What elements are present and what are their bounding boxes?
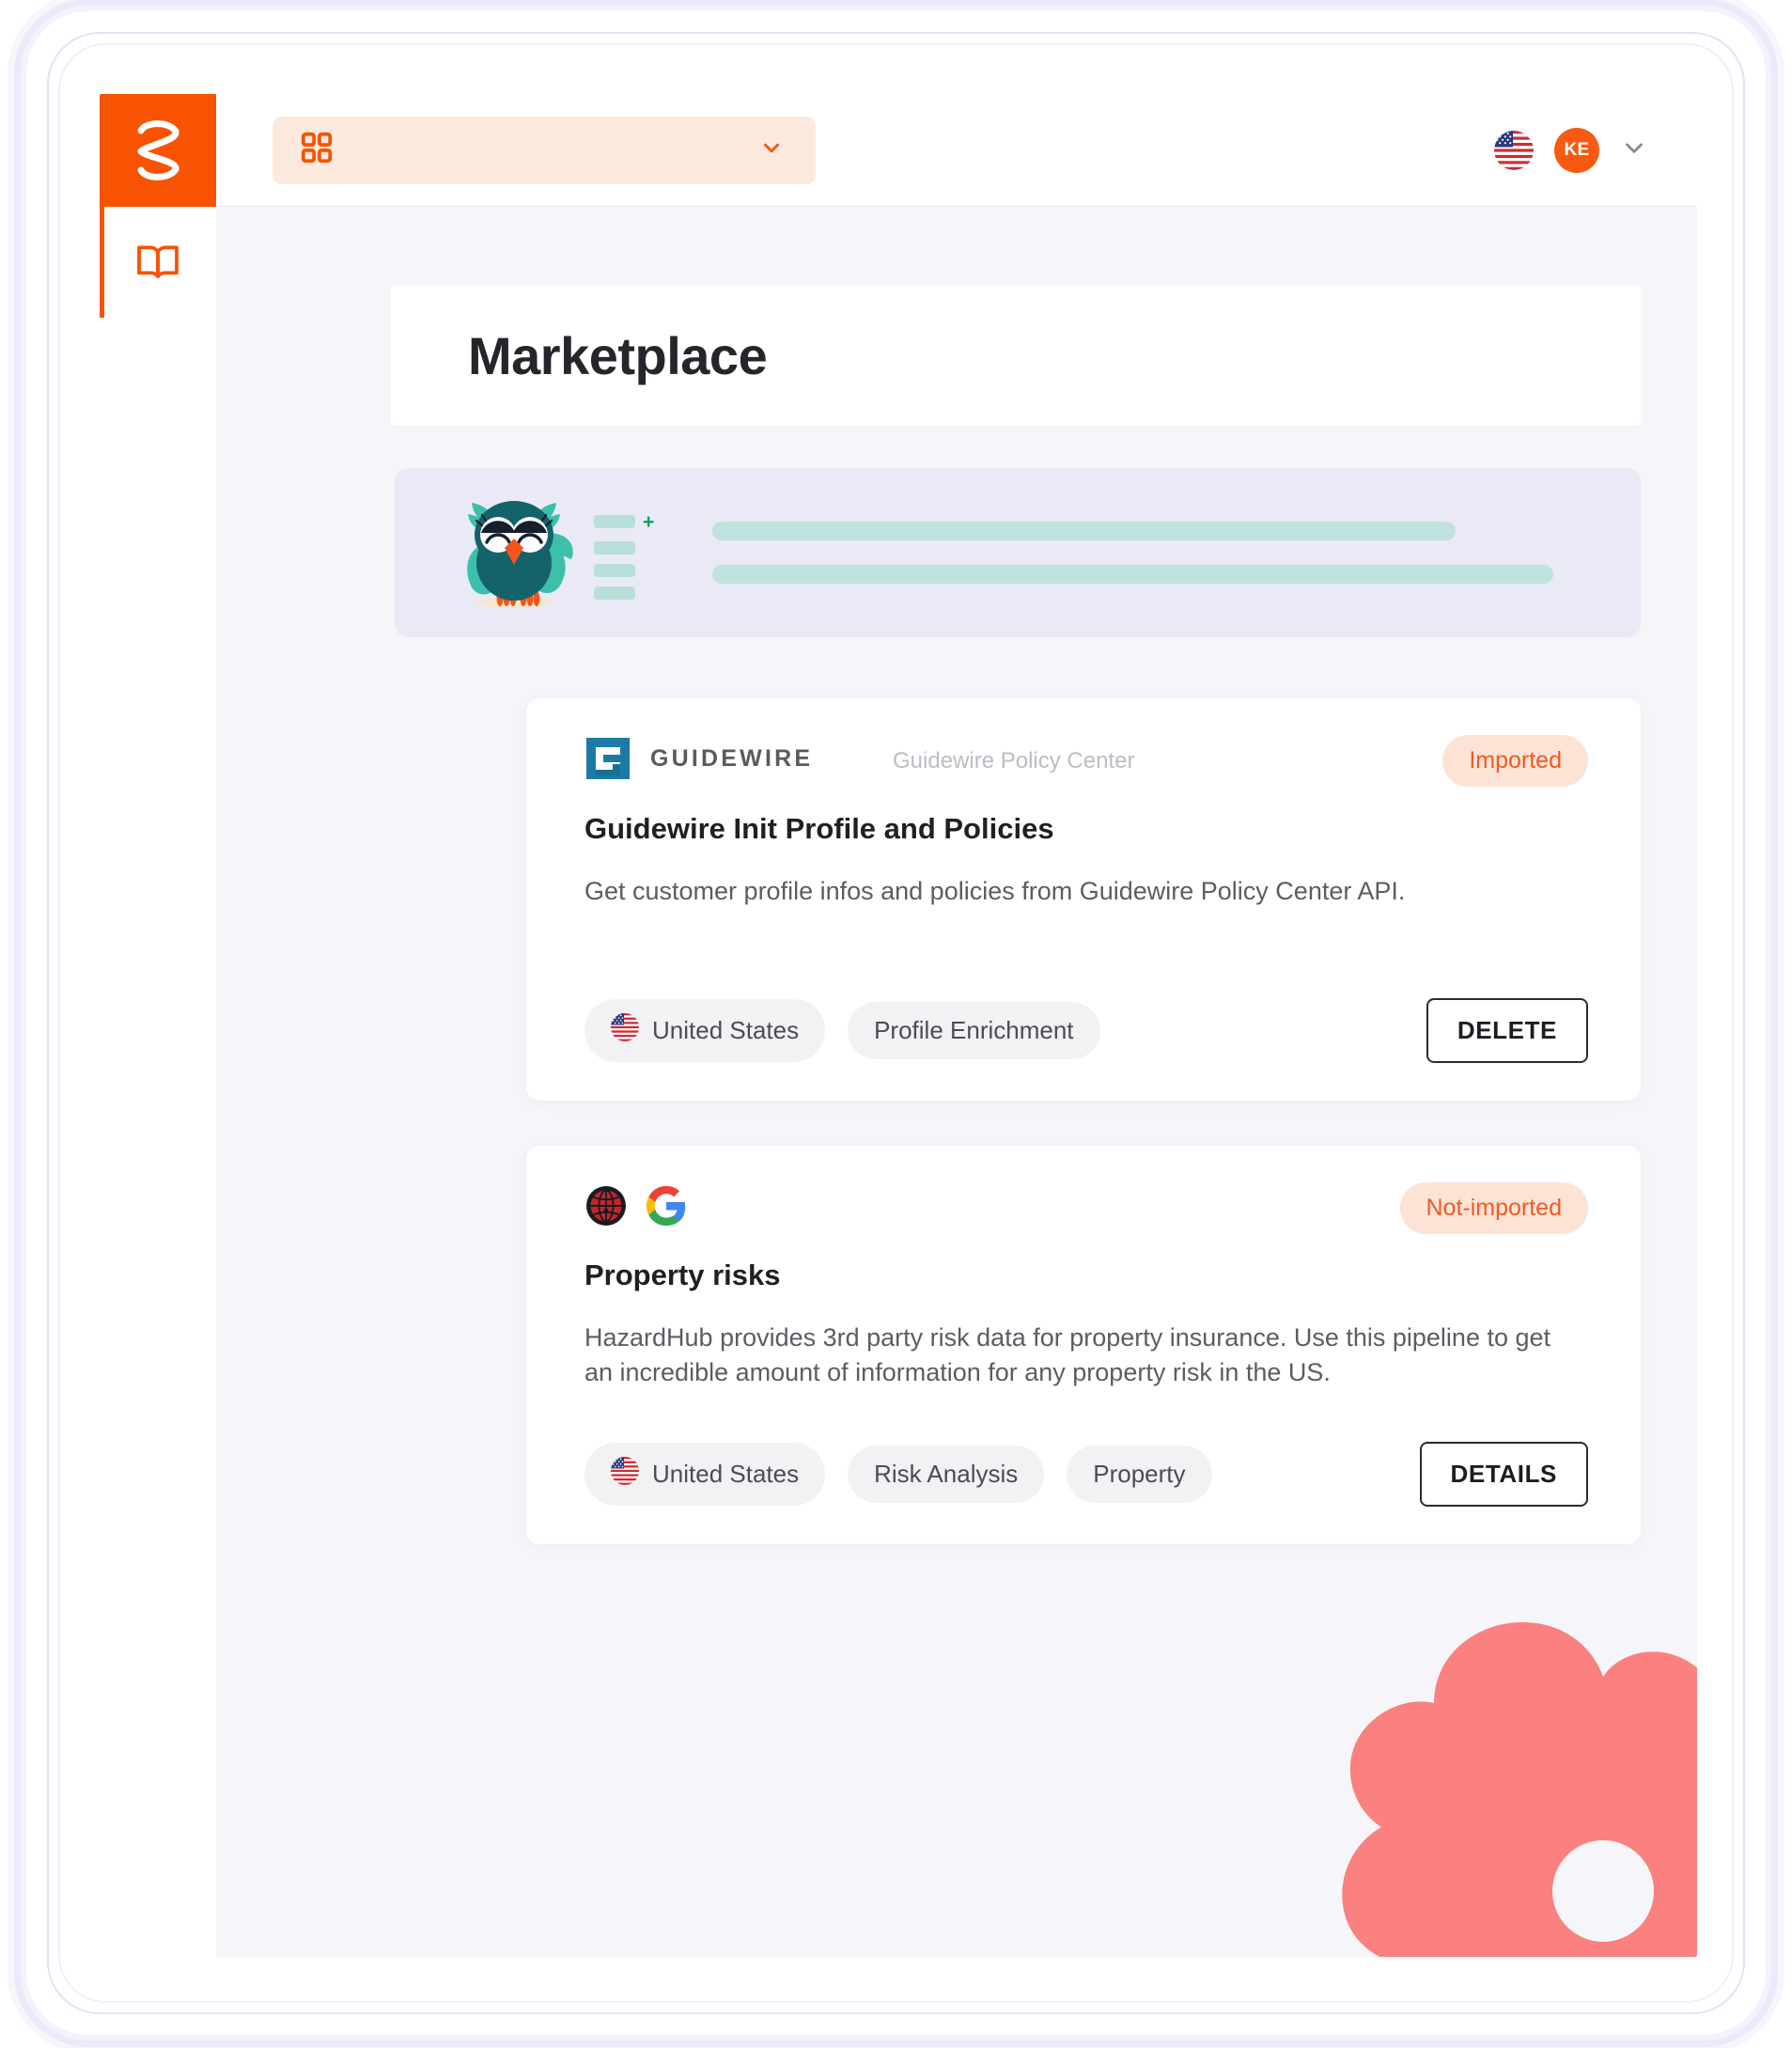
status-badge: Imported (1442, 735, 1588, 787)
tag-category[interactable]: Risk Analysis (848, 1446, 1045, 1504)
sidebar-item-marketplace[interactable] (100, 207, 216, 318)
top-bar-right-cluster: KE (1494, 127, 1671, 173)
banner-mini-bars: + (594, 512, 654, 600)
tag-country[interactable]: United States (584, 1443, 826, 1507)
skeleton-line (712, 565, 1553, 584)
mini-bar (594, 563, 635, 577)
hazardhub-globe-logo-icon (584, 1184, 628, 1232)
app-switcher-dropdown[interactable] (273, 116, 816, 184)
tag-category[interactable]: Profile Enrichment (848, 1002, 1100, 1060)
zelros-ribbon-logo-icon (129, 116, 187, 185)
tag-label: Property (1093, 1460, 1186, 1489)
card-footer: United States Risk Analysis Property DET… (584, 1442, 1588, 1508)
marketplace-card-list: GUIDEWIRE Guidewire Policy Center Import… (526, 698, 1641, 1545)
tag-country[interactable]: United States (584, 999, 826, 1063)
card-footer: United States Profile Enrichment DELETE (584, 998, 1588, 1064)
plus-icon: + (643, 510, 655, 533)
top-bar: KE (216, 94, 1697, 207)
card-logos (584, 1184, 688, 1232)
card-description: HazardHub provides 3rd party risk data f… (584, 1323, 1551, 1386)
open-book-icon (135, 242, 180, 283)
screenshot-frame: KE Marketplace + GUIDEWIRE Guidewire Pol… (0, 0, 1792, 2048)
google-g-logo-icon (645, 1184, 688, 1232)
svg-text:GUIDEWIRE: GUIDEWIRE (650, 745, 813, 772)
card-logos: GUIDEWIRE (584, 734, 876, 788)
tag-label: Risk Analysis (874, 1460, 1019, 1489)
card-title: Guidewire Init Profile and Policies (584, 812, 1054, 845)
marketplace-card[interactable]: Not-imported Property risks HazardHub pr… (526, 1146, 1641, 1545)
guidewire-logo-icon (584, 734, 633, 788)
main-content: Marketplace + GUIDEWIRE Guidewire Policy… (216, 207, 1697, 1957)
us-flag-icon (611, 1457, 639, 1492)
marketplace-card[interactable]: GUIDEWIRE Guidewire Policy Center Import… (526, 698, 1641, 1102)
tag-category[interactable]: Property (1067, 1446, 1212, 1504)
tag-label: United States (652, 1460, 800, 1489)
decorative-blob (1293, 1618, 1697, 1957)
status-badge: Not-imported (1399, 1181, 1588, 1234)
mini-bar (594, 540, 635, 555)
app-logo[interactable] (100, 94, 216, 207)
page-title-card: Marketplace (391, 285, 1641, 426)
app-switcher-chevron-down-icon (759, 135, 784, 164)
card-header: Not-imported (584, 1181, 1588, 1234)
banner-skeleton-lines (712, 522, 1597, 584)
promo-banner: + (395, 468, 1641, 637)
banner-mini-row: + (594, 512, 654, 532)
sidebar (100, 94, 216, 1957)
tag-label: United States (652, 1016, 800, 1045)
mini-bar (594, 515, 635, 528)
details-button[interactable]: DETAILS (1419, 1442, 1588, 1508)
page-title: Marketplace (468, 325, 768, 385)
user-menu-chevron-down-icon[interactable] (1620, 133, 1648, 166)
us-flag-icon (611, 1013, 639, 1048)
avatar[interactable]: KE (1554, 127, 1599, 173)
card-header: GUIDEWIRE Guidewire Policy Center Import… (584, 734, 1588, 788)
card-description: Get customer profile infos and policies … (584, 877, 1406, 905)
guidewire-wordmark: GUIDEWIRE (650, 744, 876, 777)
grid-apps-icon (299, 130, 335, 170)
owl-mascot-illustration (444, 492, 584, 615)
card-title: Property risks (584, 1259, 781, 1292)
sidebar-nav (100, 207, 216, 318)
card-provider: Guidewire Policy Center (893, 747, 1135, 774)
tag-label: Profile Enrichment (874, 1016, 1074, 1045)
mini-bar (594, 586, 635, 600)
application-window: KE Marketplace + GUIDEWIRE Guidewire Pol… (100, 94, 1697, 1957)
delete-button[interactable]: DELETE (1426, 998, 1588, 1064)
skeleton-line (712, 522, 1457, 540)
us-flag-icon[interactable] (1494, 130, 1534, 170)
